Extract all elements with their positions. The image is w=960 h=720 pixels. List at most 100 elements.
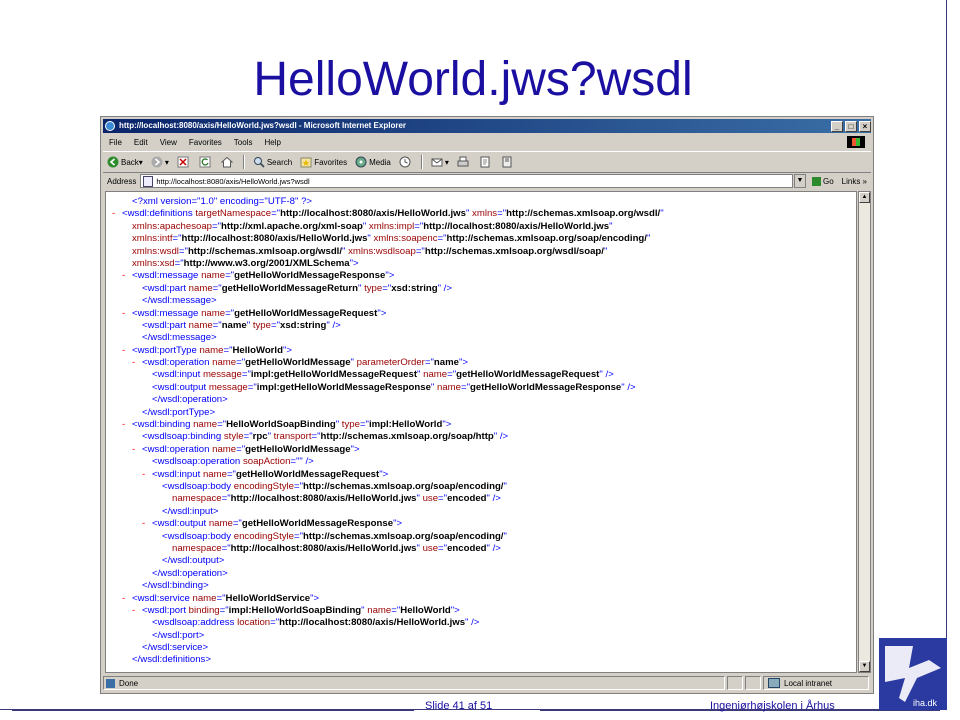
ie-icon [105, 121, 115, 131]
toolbar-separator [420, 155, 423, 169]
xml-attribute-value: impl:getHelloWorldMessageResponse [256, 381, 431, 393]
menu-help[interactable]: Help [264, 138, 280, 147]
address-input[interactable]: http://localhost:8080/axis/HelloWorld.jw… [140, 174, 793, 188]
address-dropdown-button[interactable]: ▼ [793, 174, 806, 188]
xml-attribute-value: getHelloWorldMessage [245, 357, 351, 369]
xml-line[interactable]: - <wsdl:output name="getHelloWorldMessage… [112, 518, 664, 530]
scroll-up-button[interactable]: ▲ [859, 192, 870, 203]
status-blank-cell [727, 676, 743, 690]
xml-markup: =" [415, 245, 425, 257]
menu-edit[interactable]: Edit [134, 138, 148, 147]
search-label: Search [266, 157, 293, 167]
xml-markup: </wsdl:message> [142, 295, 217, 307]
menu-view[interactable]: View [160, 138, 177, 147]
xml-line[interactable]: - <wsdl:input name="getHelloWorldMessageR… [112, 469, 664, 481]
xml-line: xmlns:apachesoap="http://xml.apache.org/… [112, 221, 664, 233]
vertical-scrollbar[interactable]: ▲ ▼ [858, 191, 871, 673]
xml-markup: =" [461, 381, 471, 393]
done-page-icon [106, 678, 115, 688]
home-button[interactable] [220, 156, 235, 168]
xml-attribute-name: transport [273, 431, 312, 443]
xml-attribute-name: style [223, 431, 244, 443]
collapse-toggle[interactable]: - [122, 419, 132, 431]
collapse-toggle[interactable]: - [142, 518, 152, 530]
xml-attribute-name: xmlns:apachesoap [132, 220, 212, 232]
xml-markup: =" [497, 208, 507, 220]
xml-line: </wsdl:message> [112, 295, 664, 307]
close-button[interactable]: × [859, 120, 871, 132]
xml-attribute-name: use [422, 542, 439, 554]
favorites-button[interactable]: Favorites [300, 156, 347, 168]
mail-button[interactable]: ▾ [431, 156, 449, 168]
xml-markup: <wsdlsoap:binding [142, 431, 224, 443]
xml-attribute-name: name [192, 592, 217, 604]
xml-markup: =" [221, 542, 231, 554]
xml-line: xmlns:xsd="http://www.w3.org/2001/XMLSch… [112, 258, 664, 270]
xml-attribute-value: HelloWorld [232, 344, 283, 356]
xml-markup: "> [458, 357, 468, 369]
links-button[interactable]: Links » [842, 177, 867, 186]
print-button[interactable] [457, 156, 471, 168]
xml-markup: </wsdl:output> [162, 555, 225, 567]
collapse-toggle[interactable]: - [132, 357, 142, 369]
forward-button[interactable]: ▾ [151, 156, 169, 168]
menu-favorites[interactable]: Favorites [189, 138, 222, 147]
xml-markup: =" [243, 431, 253, 443]
media-button[interactable]: Media [355, 156, 391, 168]
page-content: <?xml version="1.0" encoding="UTF-8" ?> -… [105, 191, 857, 673]
xml-line[interactable]: - <wsdl:operation name="getHelloWorldMess… [112, 357, 664, 369]
zone-cell: Local intranet [763, 676, 869, 690]
collapse-toggle[interactable]: - [142, 469, 152, 481]
menu-tools[interactable]: Tools [234, 138, 253, 147]
edit-button[interactable] [479, 156, 493, 168]
collapse-toggle[interactable]: - [122, 593, 132, 605]
xml-markup: =" [270, 319, 280, 331]
xml-attribute-value: getHelloWorldMessageRequest [456, 369, 600, 381]
home-icon [220, 156, 233, 168]
xml-line[interactable]: - <wsdl:portType name="HelloWorld"> [112, 345, 664, 357]
xml-line: <wsdlsoap:body encodingStyle="http://sch… [112, 481, 664, 493]
go-button[interactable]: Go [811, 176, 834, 186]
back-button[interactable]: Back ▾ [107, 156, 143, 168]
xml-attribute-name: xmlns:wsdlsoap [348, 245, 416, 257]
xml-line[interactable]: - <wsdl:service name="HelloWorldService"> [112, 593, 664, 605]
xml-line[interactable]: - <wsdl:port binding="impl:HelloWorldSoap… [112, 605, 664, 617]
xml-line[interactable]: - <wsdl:message name="getHelloWorldMessag… [112, 308, 664, 320]
collapse-toggle[interactable]: - [132, 605, 142, 617]
forward-arrow-icon [151, 156, 163, 168]
xml-markup: <wsdl:binding [132, 419, 194, 431]
collapse-toggle[interactable]: - [132, 444, 142, 456]
history-button[interactable] [399, 156, 413, 168]
xml-attribute-name: encodingStyle [233, 480, 295, 492]
xml-markup: " [609, 220, 613, 232]
xml-line[interactable]: - <wsdl:message name="getHelloWorldMessag… [112, 270, 664, 282]
discuss-button[interactable] [501, 156, 515, 168]
minimize-button[interactable]: _ [831, 120, 843, 132]
collapse-toggle[interactable]: - [122, 308, 132, 320]
menu-file[interactable]: File [109, 138, 122, 147]
maximize-button[interactable]: □ [845, 120, 857, 132]
scroll-down-button[interactable]: ▼ [859, 661, 870, 672]
iha-logo: iha.dk [879, 638, 947, 710]
collapse-toggle[interactable]: - [122, 345, 132, 357]
toolbar: Back ▾ ▾ Search Favorites Media ▾ [103, 151, 871, 173]
xml-markup: "> [393, 518, 403, 530]
collapse-toggle[interactable]: - [112, 208, 122, 220]
xml-line: <wsdl:part name="name" type="xsd:string"… [112, 320, 664, 332]
xml-markup: " [503, 530, 507, 542]
xml-line[interactable]: - <wsdl:operation name="getHelloWorldMess… [112, 444, 664, 456]
xml-markup: <wsdlsoap:address [152, 617, 238, 629]
xml-line[interactable]: - <wsdl:binding name="HelloWorldSoapBindi… [112, 419, 664, 431]
search-button[interactable]: Search [253, 156, 292, 168]
xml-line[interactable]: - <wsdl:definitions targetNamespace="http… [112, 208, 664, 220]
xml-attribute-value: http://schemas.xmlsoap.org/wsdl/ [187, 245, 343, 257]
xml-markup: " [603, 245, 608, 257]
xml-markup: =" [382, 282, 392, 294]
xml-markup: "> [349, 257, 359, 269]
xml-attribute-name: parameterOrder [356, 357, 425, 369]
collapse-toggle[interactable]: - [122, 270, 132, 282]
xml-attribute-name: location [237, 617, 271, 629]
refresh-button[interactable] [199, 156, 213, 168]
xml-attribute-name: name [202, 468, 227, 480]
stop-button[interactable] [177, 156, 191, 168]
